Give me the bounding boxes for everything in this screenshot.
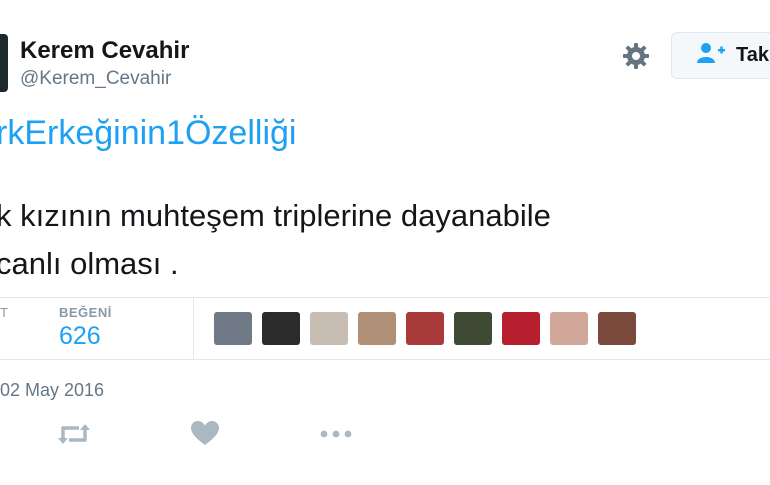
divider (0, 359, 770, 360)
likes-count[interactable]: 626 (59, 322, 101, 351)
divider (0, 297, 770, 298)
liker-avatar[interactable] (310, 312, 348, 345)
gear-icon[interactable] (620, 40, 652, 72)
liker-avatar[interactable] (454, 312, 492, 345)
stats-divider (193, 297, 194, 359)
liker-avatar[interactable] (358, 312, 396, 345)
more-options-icon[interactable] (318, 420, 352, 448)
follow-button-label: Tak (736, 44, 769, 66)
author-name[interactable]: Kerem Cevahir (20, 37, 189, 65)
hashtag-link[interactable]: rkErkeğinin1Özelliği (0, 114, 296, 153)
tweet-text-line-2: canlı olması . (0, 246, 179, 281)
liker-avatar[interactable] (406, 312, 444, 345)
author-handle[interactable]: @Kerem_Cevahir (20, 68, 171, 90)
person-plus-icon (696, 42, 726, 69)
retweet-icon[interactable] (57, 420, 91, 448)
retweets-label[interactable]: T (0, 305, 8, 320)
liker-avatar[interactable] (262, 312, 300, 345)
liker-avatar[interactable] (550, 312, 588, 345)
liker-avatars (214, 312, 636, 345)
liker-avatar[interactable] (502, 312, 540, 345)
follow-button[interactable]: Tak (671, 32, 770, 79)
liker-avatar[interactable] (214, 312, 252, 345)
tweet-date[interactable]: 02 May 2016 (0, 380, 104, 401)
tweet-text-line-1: k kızının muhteşem triplerine dayanabile (0, 198, 551, 233)
heart-icon[interactable] (190, 420, 224, 448)
avatar[interactable] (0, 34, 8, 92)
likes-label[interactable]: BEĞENİ (59, 305, 112, 320)
liker-avatar[interactable] (598, 312, 636, 345)
